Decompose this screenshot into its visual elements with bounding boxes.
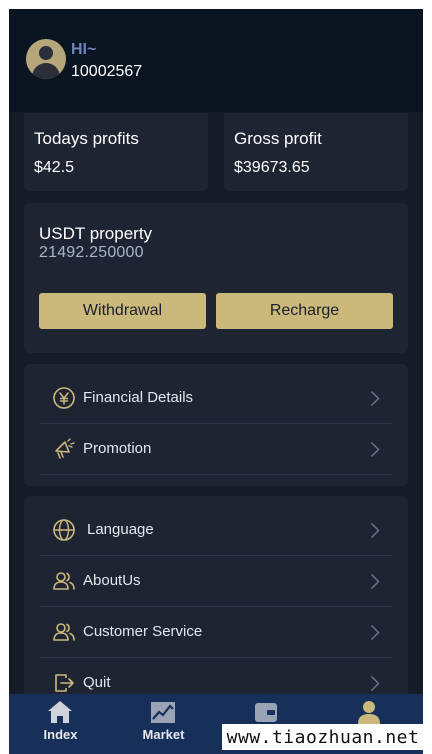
menu-item-label: Customer Service — [83, 623, 203, 640]
menu-item-customer-service[interactable]: Customer Service — [40, 607, 392, 658]
avatar-head-shape — [39, 46, 53, 60]
chevron-right-icon — [370, 390, 380, 407]
tab-index[interactable]: Index — [9, 694, 112, 744]
yen-coin-icon — [53, 387, 75, 409]
menu-item-label: Promotion — [83, 440, 152, 457]
gross-profit-label: Gross profit — [234, 129, 322, 148]
avatar-body-shape — [32, 63, 60, 79]
recharge-button[interactable]: Recharge — [216, 293, 393, 329]
chevron-right-icon — [370, 573, 380, 590]
user-icon — [358, 701, 380, 724]
gross-profit-value: $39673.65 — [234, 159, 310, 176]
logout-icon — [55, 674, 74, 692]
chart-icon — [151, 702, 175, 723]
user-id: 10002567 — [71, 63, 143, 80]
menu-item-language[interactable]: Language — [40, 505, 392, 556]
todays-profits-card: Todays profits $42.5 — [24, 113, 208, 191]
gross-profit-card: Gross profit $39673.65 — [224, 113, 408, 191]
greeting-text: HI~ — [71, 41, 97, 58]
menu-item-label: Quit — [83, 674, 111, 691]
menu-item-label: AboutUs — [83, 572, 141, 589]
menu-item-label: Financial Details — [83, 389, 194, 406]
usdt-property-value: 21492.250000 — [39, 244, 144, 261]
megaphone-icon — [55, 438, 75, 459]
users-icon — [53, 623, 75, 641]
menu-group-finance: Financial Details Promotion — [24, 364, 408, 486]
withdrawal-button[interactable]: Withdrawal — [39, 293, 206, 329]
app-screen: HI~ 10002567 Todays profits $42.5 Gross … — [9, 9, 423, 754]
users-icon — [53, 572, 75, 590]
chevron-right-icon — [370, 624, 380, 641]
globe-icon — [53, 519, 75, 541]
profile-header: HI~ 10002567 — [9, 9, 423, 112]
menu-item-about-us[interactable]: AboutUs — [40, 556, 392, 607]
tab-label: Index — [43, 727, 78, 742]
usdt-property-card: USDT property 21492.250000 Withdrawal Re… — [24, 203, 408, 353]
menu-group-settings: Language AboutUs Customer Service Quit — [24, 496, 408, 726]
chevron-right-icon — [370, 441, 380, 458]
chevron-right-icon — [370, 522, 380, 539]
wallet-icon — [255, 703, 277, 722]
chevron-right-icon — [370, 675, 380, 692]
todays-profits-label: Todays profits — [34, 129, 139, 148]
watermark-text: www.tiaozhuan.net — [222, 724, 424, 750]
home-icon — [48, 701, 72, 723]
tab-label: Market — [142, 727, 185, 742]
menu-item-financial-details[interactable]: Financial Details — [40, 373, 392, 424]
tab-market[interactable]: Market — [112, 694, 215, 744]
menu-item-label: Language — [87, 521, 154, 538]
todays-profits-value: $42.5 — [34, 159, 75, 176]
menu-item-promotion[interactable]: Promotion — [40, 424, 392, 475]
avatar[interactable] — [26, 39, 66, 79]
usdt-property-label: USDT property — [39, 224, 153, 243]
